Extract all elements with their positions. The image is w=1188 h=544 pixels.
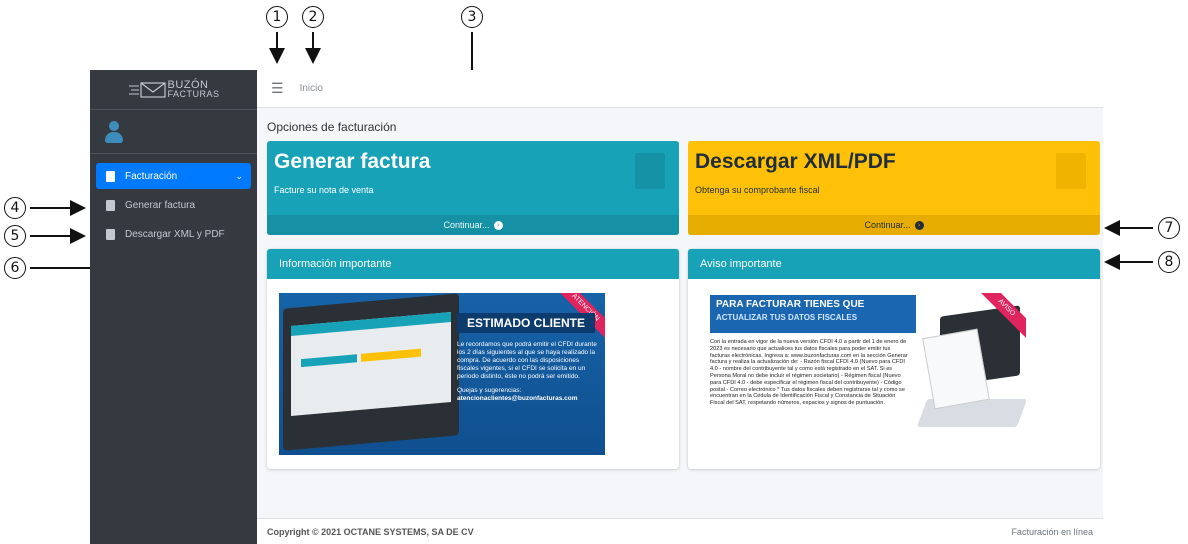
contact-email: atencionaclientes@buzonfacturas.com [457,395,578,402]
top-navbar: ☰ Inicio [257,70,1103,108]
nav-link-inicio[interactable]: Inicio [300,83,323,94]
chevron-down-icon: ⌄ [235,170,243,181]
continue-label: Continuar... [443,220,490,230]
sidebar-item-descargar-xml-pdf[interactable]: Descargar XML y PDF [96,221,251,247]
box-subtitle: Obtenga su comprobante fiscal [695,185,820,195]
sidebar-item-label: Facturación [125,170,178,182]
laptop-image [283,293,459,451]
section-title: Opciones de facturación [267,120,397,134]
marker-3: 3 [461,6,483,28]
footer-right-text: Facturación en línea [1011,526,1093,537]
main-content: ☰ Inicio Opciones de facturación Generar… [257,70,1103,544]
continue-download-link[interactable]: Continuar... › [688,215,1100,235]
copyright-text: Copyright © 2021 OCTANE SYSTEMS, SA DE C… [267,526,474,537]
hamburger-menu-icon[interactable]: ☰ [271,80,284,97]
file-icon [106,199,115,211]
marker-5: 5 [4,225,26,247]
download-xml-pdf-box: Descargar XML/PDF Obtenga su comprobante… [688,141,1100,235]
arrow-circle-right-icon: › [493,220,503,230]
fiscal-update-banner: PARA FACTURAR TIENES QUE ACTUALIZAR TUS … [700,293,1026,455]
continue-generate-link[interactable]: Continuar... › [267,215,679,235]
card-header: Aviso importante [688,249,1100,279]
marker-6: 6 [4,257,26,279]
sidebar-menu: Facturación ⌄ Generar factura Descargar … [90,154,257,247]
banner-heading-line1: PARA FACTURAR TIENES QUE [716,299,865,310]
marker-1: 1 [266,6,288,28]
info-card: Información importante ATENCIÓN ESTIMADO… [267,249,679,469]
customer-notice-banner: ATENCIÓN ESTIMADO CLIENTE Le recordamos … [279,293,605,455]
banner-paragraph: Le recordamos que podrá emitir el CFDI d… [457,341,597,380]
continue-label: Continuar... [864,220,911,230]
user-avatar-icon[interactable] [104,120,124,143]
sidebar-item-facturacion[interactable]: Facturación ⌄ [96,163,251,189]
laptop-invoice-image [916,305,1026,427]
arrow-circle-right-icon: › [914,220,924,230]
banner-text: Le recordamos que podrá emitir el CFDI d… [457,341,597,403]
sidebar-item-label: Descargar XML y PDF [125,228,225,240]
card-header: Información importante [267,249,679,279]
marker-4: 4 [4,197,26,219]
page-footer: Copyright © 2021 OCTANE SYSTEMS, SA DE C… [257,518,1103,544]
banner-heading-line2: ACTUALIZAR TUS DATOS FISCALES [716,313,858,322]
generate-invoice-box: Generar factura Facture su nota de venta… [267,141,679,235]
banner-text: Con la entrada en vigor de la nueva vers… [710,339,908,407]
sidebar: BUZÓN FACTURAS Facturación ⌄ Generar fac… [90,70,257,544]
box-subtitle: Facture su nota de venta [274,185,374,195]
sidebar-item-generar-factura[interactable]: Generar factura [96,192,251,218]
box-title: Descargar XML/PDF [695,150,896,173]
envelope-icon [129,81,167,98]
brand-name: BUZÓN FACTURAS [167,79,220,99]
file-icon [106,170,115,182]
download-document-icon [1056,153,1086,189]
banner-heading: PARA FACTURAR TIENES QUE ACTUALIZAR TUS … [710,295,916,333]
file-icon [106,228,115,240]
banner-title: ESTIMADO CLIENTE [457,313,595,333]
marker-8: 8 [1158,251,1180,273]
contact-label: Quejas y sugerencias: [457,387,522,394]
sidebar-item-label: Generar factura [125,199,196,211]
notice-card: Aviso importante PARA FACTURAR TIENES QU… [688,249,1100,469]
brand-logo[interactable]: BUZÓN FACTURAS [90,70,257,110]
invoice-document-icon [635,153,665,189]
user-panel [90,110,257,154]
brand-line2: FACTURAS [167,88,220,99]
annotated-screenshot: 1 2 3 4 5 6 7 8 BUZÓN FACTURAS Facturaci… [0,0,1188,544]
marker-2: 2 [302,6,324,28]
marker-7: 7 [1158,217,1180,239]
box-title: Generar factura [274,150,431,173]
